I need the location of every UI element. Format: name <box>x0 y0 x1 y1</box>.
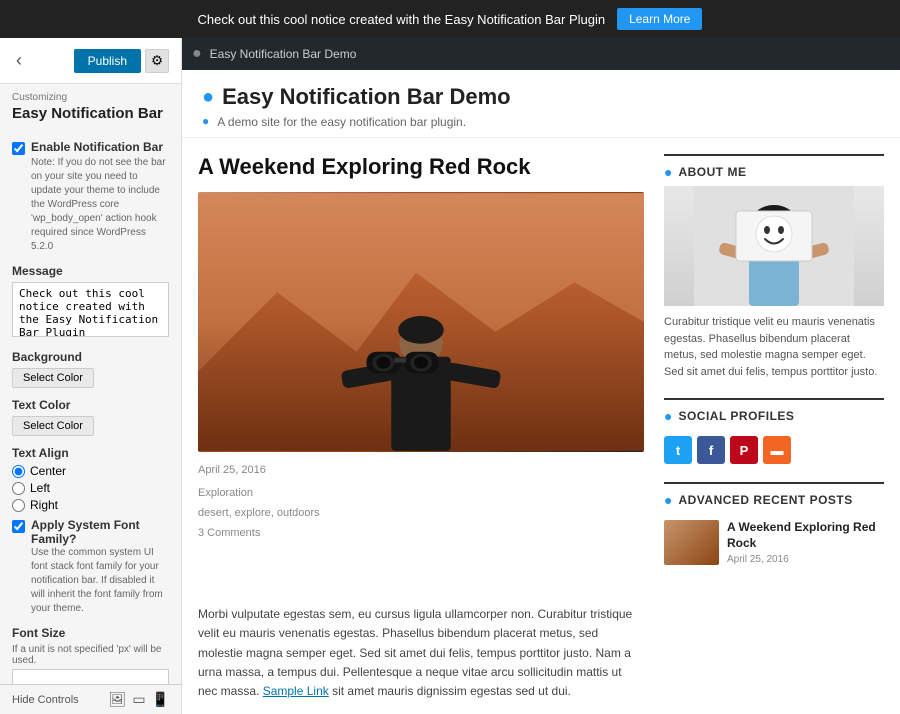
site-title: Easy Notification Bar Demo <box>222 84 511 110</box>
background-color-button[interactable]: Select Color <box>12 368 94 388</box>
preview-area: ● Easy Notification Bar Demo ● Easy Noti… <box>182 38 900 714</box>
post-excerpt-area: Morbi vulputate egestas sem, eu cursus l… <box>182 605 900 714</box>
footer-icons: 🖼 ▭ 📱 <box>109 691 169 708</box>
background-label: Background <box>12 350 169 364</box>
font-size-note: If a unit is not specified 'px' will be … <box>12 644 169 666</box>
text-align-group: Center Left Right <box>12 464 169 512</box>
about-me-image <box>664 186 884 306</box>
about-me-widget: ● ABOUT ME <box>664 154 884 380</box>
post-comments: 3 Comments <box>198 524 644 544</box>
publish-area: Publish ⚙ <box>74 49 169 73</box>
align-right-label: Right <box>30 498 58 512</box>
content-grid: A Weekend Exploring Red Rock <box>182 138 900 605</box>
recent-post-item: A Weekend Exploring Red Rock April 25, 2… <box>664 514 884 571</box>
wp-site-name: Easy Notification Bar Demo <box>210 47 357 61</box>
site-tagline: A demo site for the easy notification ba… <box>217 115 466 129</box>
sidebar-panel-title: Easy Notification Bar <box>0 105 181 130</box>
about-me-icon: ● <box>664 164 672 180</box>
site-logo-icon: ● <box>202 86 214 109</box>
recent-post-title: A Weekend Exploring Red Rock <box>727 520 884 551</box>
social-icon-label: ● <box>664 408 672 424</box>
post-category: Exploration <box>198 484 644 504</box>
align-left-radio[interactable]: Left <box>12 481 169 495</box>
enable-note: Note: If you do not see the bar on your … <box>31 156 169 254</box>
recent-posts-title: ADVANCED RECENT POSTS <box>678 493 852 507</box>
font-size-input[interactable] <box>12 669 169 684</box>
message-textarea[interactable]: Check out this cool notice created with … <box>12 282 169 337</box>
text-color-button[interactable]: Select Color <box>12 416 94 436</box>
message-label: Message <box>12 264 169 278</box>
font-size-label: Font Size <box>12 626 169 640</box>
main-column: A Weekend Exploring Red Rock <box>198 154 664 589</box>
customizing-label: Customizing <box>0 84 181 105</box>
apply-font-note: Use the common system UI font stack font… <box>31 546 169 616</box>
rss-icon[interactable]: ▬ <box>763 436 791 464</box>
align-left-label: Left <box>30 481 50 495</box>
notification-bar-message: Check out this cool notice created with … <box>198 12 606 27</box>
social-profiles-widget: ● SOCIAL PROFILES t f P ▬ <box>664 398 884 464</box>
social-icons-row: t f P ▬ <box>664 436 884 464</box>
wp-logo-icon: ● <box>192 45 202 63</box>
recent-posts-title-row: ● ADVANCED RECENT POSTS <box>664 484 884 514</box>
facebook-icon[interactable]: f <box>697 436 725 464</box>
sidebar-header: ‹ Publish ⚙ <box>0 38 181 84</box>
recent-post-thumbnail <box>664 520 719 565</box>
recent-posts-widget: ● ADVANCED RECENT POSTS A Weekend Explor… <box>664 482 884 571</box>
post-excerpt-end: sit amet mauris dignissim egestas sed ut… <box>332 684 571 698</box>
back-button[interactable]: ‹ <box>12 46 26 75</box>
preview-wrapper: ● Easy Notification Bar Demo ● Easy Noti… <box>182 38 900 714</box>
post-title: A Weekend Exploring Red Rock <box>198 154 644 180</box>
tagline-icon: ● <box>202 114 209 128</box>
social-title-row: ● SOCIAL PROFILES <box>664 400 884 430</box>
text-color-label: Text Color <box>12 398 169 412</box>
desktop-icon-button[interactable]: 🖼 <box>109 691 127 708</box>
post-meta-date: April 25, 2016 <box>198 464 644 476</box>
post-featured-image <box>198 192 644 452</box>
about-me-title-row: ● ABOUT ME <box>664 156 884 186</box>
post-tags: desert, explore, outdoors <box>198 504 644 524</box>
learn-more-button[interactable]: Learn More <box>617 8 702 30</box>
recent-posts-icon: ● <box>664 492 672 508</box>
enable-checkbox-label: Enable Notification Bar <box>31 140 169 154</box>
pinterest-icon[interactable]: P <box>730 436 758 464</box>
sidebar-widgets: ● ABOUT ME <box>664 154 884 589</box>
recent-post-info: A Weekend Exploring Red Rock April 25, 2… <box>727 520 884 565</box>
site-header: ● Easy Notification Bar Demo ● A demo si… <box>182 70 900 138</box>
about-me-title: ABOUT ME <box>678 165 746 179</box>
align-center-label: Center <box>30 464 66 478</box>
sidebar-spacer <box>664 605 884 701</box>
twitter-icon[interactable]: t <box>664 436 692 464</box>
post-excerpt-column: Morbi vulputate egestas sem, eu cursus l… <box>198 605 664 701</box>
align-center-radio[interactable]: Center <box>12 464 169 478</box>
mobile-icon-button[interactable]: 📱 <box>152 691 169 708</box>
post-meta-tags: Exploration desert, explore, outdoors 3 … <box>198 484 644 543</box>
sidebar-content: Enable Notification Bar Note: If you do … <box>0 130 181 684</box>
apply-font-label: Apply System Font Family? <box>31 518 169 546</box>
sidebar-footer: Hide Controls 🖼 ▭ 📱 <box>0 684 181 714</box>
tablet-icon-button[interactable]: ▭ <box>132 691 145 708</box>
customizer-sidebar: ‹ Publish ⚙ Customizing Easy Notificatio… <box>0 38 182 714</box>
hide-controls-link[interactable]: Hide Controls <box>12 694 79 706</box>
gear-button[interactable]: ⚙ <box>145 49 169 73</box>
sample-link[interactable]: Sample Link <box>263 684 329 698</box>
post-excerpt-text: Morbi vulputate egestas sem, eu cursus l… <box>198 605 644 701</box>
apply-font-row: Apply System Font Family? Use the common… <box>12 518 169 616</box>
social-title: SOCIAL PROFILES <box>678 409 794 423</box>
notification-bar: Check out this cool notice created with … <box>0 0 900 38</box>
wp-admin-bar: ● Easy Notification Bar Demo <box>182 38 900 70</box>
recent-post-date: April 25, 2016 <box>727 554 884 565</box>
about-me-text: Curabitur tristique velit eu mauris vene… <box>664 314 884 380</box>
align-right-radio[interactable]: Right <box>12 498 169 512</box>
apply-font-checkbox[interactable] <box>12 520 25 533</box>
enable-checkbox[interactable] <box>12 142 25 155</box>
enable-checkbox-row: Enable Notification Bar Note: If you do … <box>12 140 169 254</box>
publish-button[interactable]: Publish <box>74 49 141 73</box>
text-align-label: Text Align <box>12 446 169 460</box>
